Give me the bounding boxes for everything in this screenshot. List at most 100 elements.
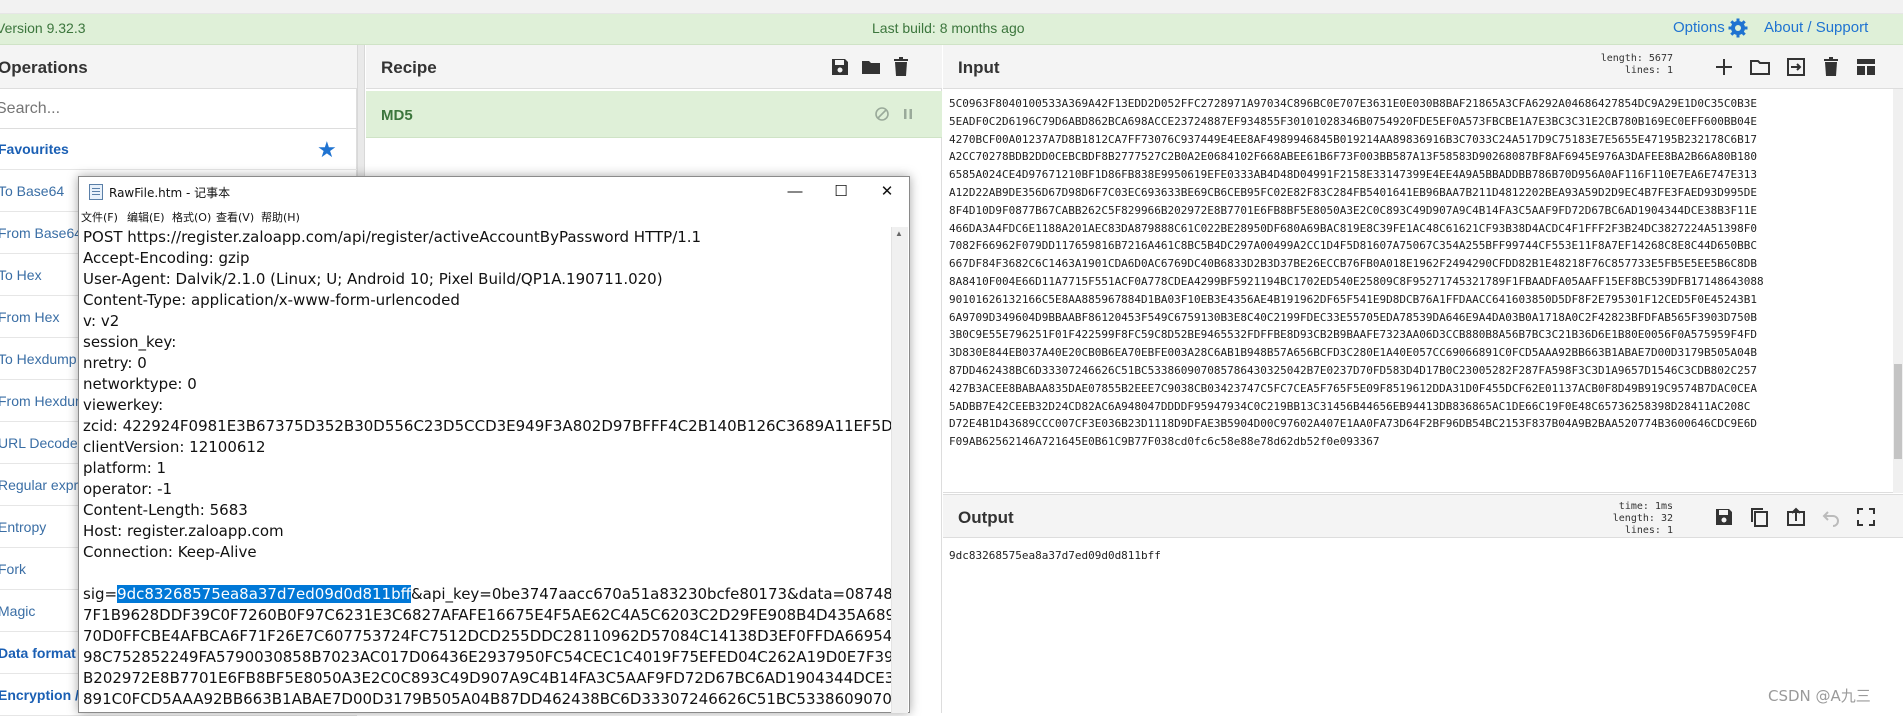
notepad-line: Content-Length: 5683 — [83, 501, 248, 519]
notepad-line: 98C752852249FA5790030858B7023AC017D06436… — [83, 648, 891, 666]
star-icon[interactable]: ★ — [317, 137, 337, 163]
recipe-title: Recipe — [381, 58, 437, 77]
layout-icon[interactable] — [1855, 56, 1877, 78]
notepad-line: B202972E8B7701E6FB8BF5E8050A3E2C0C893C49… — [83, 669, 891, 687]
top-banner: Version 9.32.3 Last build: 8 months ago … — [0, 0, 1903, 45]
input-title: Input — [958, 58, 1000, 77]
input-line: 6585A024CE4D97671210BF1D86FB838E9950619E… — [949, 168, 1757, 182]
input-line: 90101626132166C5E8AA885967884D1BA03F10EB… — [949, 292, 1757, 306]
notepad-line: Accept-Encoding: gzip — [83, 249, 250, 267]
clear-input-icon[interactable] — [1820, 56, 1842, 78]
input-lines-label: lines: — [1624, 65, 1661, 76]
recipe-operation-label: MD5 — [381, 107, 413, 124]
operation-label: Fork — [0, 561, 26, 577]
input-line: 6A9709D349604D9BBAABF86120453F549C675913… — [949, 310, 1757, 324]
search-input[interactable] — [0, 97, 336, 121]
notepad-line: Content-Type: application/x-www-form-url… — [83, 291, 460, 309]
input-line: 87DD462438BC6D33307246626C51BC5338609070… — [949, 363, 1757, 377]
notepad-line: networktype: 0 — [83, 375, 197, 393]
maximize-icon[interactable] — [1855, 506, 1877, 528]
gear-icon[interactable] — [1728, 18, 1748, 38]
operations-search — [0, 89, 357, 129]
operation-label: From Hex — [0, 309, 60, 325]
input-lines-value: 1 — [1666, 65, 1673, 76]
notepad-menubar: 文件(F) 编辑(E) 格式(O) 查看(V) 帮助(H) — [79, 207, 909, 227]
notepad-line: 7F1B9628DDF39C0F7260B0F97C6231E3C6827AFA… — [83, 606, 891, 624]
notepad-line: session_key: — [83, 333, 177, 351]
watermark: CSDN @A九三 — [1768, 687, 1871, 705]
copy-icon[interactable] — [1749, 506, 1771, 528]
minimize-button[interactable]: — — [772, 177, 818, 207]
last-build-label[interactable]: Last build: 8 months ago — [872, 20, 1025, 36]
operation-label: To Hexdump — [0, 351, 77, 367]
notepad-line: clientVersion: 12100612 — [83, 438, 266, 456]
operation-label: From Base64 — [0, 225, 83, 241]
notepad-sig-line: sig=9dc83268575ea8a37d7ed09d0d811bff&api… — [83, 584, 891, 605]
notepad-title: RawFile.htm - 记事本 — [109, 186, 231, 200]
input-scroll-thumb[interactable] — [1894, 364, 1902, 459]
input-line: 7082F66962F079DD117659816B7216A461C8BC5B… — [949, 239, 1757, 253]
notepad-titlebar[interactable]: RawFile.htm - 记事本 — ☐ ✕ — [79, 177, 909, 207]
output-length-value: 32 — [1660, 513, 1673, 524]
replace-input-icon[interactable] — [1785, 506, 1807, 528]
menu-item[interactable]: 编辑(E) — [127, 209, 165, 225]
operation-label: To Hex — [0, 267, 42, 283]
trash-icon[interactable] — [890, 56, 912, 78]
about-support-link[interactable]: About / Support — [1764, 19, 1868, 36]
input-line: 8F4D10D9F0877B67CABB262C5F829966B202972E… — [949, 203, 1757, 217]
notepad-line: Connection: Keep-Alive — [83, 543, 257, 561]
output-length-label: length: — [1612, 513, 1655, 524]
notepad-text-area[interactable]: POST https://register.zaloapp.com/api/re… — [83, 227, 891, 713]
scroll-up-icon[interactable]: ▲ — [895, 229, 903, 238]
output-lines-label: lines: — [1624, 525, 1661, 536]
notepad-line: nretry: 0 — [83, 354, 147, 372]
save-icon[interactable] — [829, 56, 851, 78]
notepad-line: platform: 1 — [83, 459, 167, 477]
open-folder-icon[interactable] — [1749, 56, 1771, 78]
input-textarea[interactable]: 5C0963F8040100533A369A42F13EDD2D052FFC27… — [949, 95, 1884, 490]
menu-item[interactable]: 帮助(H) — [261, 209, 300, 225]
output-time-value: 1ms — [1654, 501, 1673, 512]
close-button[interactable]: ✕ — [864, 177, 910, 207]
undo-icon[interactable] — [1820, 506, 1842, 528]
input-line: F09AB62562146A721645E0B61C9B77F038cd0fc6… — [949, 435, 1380, 449]
notepad-line: v: v2 — [83, 312, 120, 330]
recipe-header: Recipe — [366, 45, 942, 89]
operation-label: Magic — [0, 603, 36, 619]
output-header: Output time: 1ms length: 32 lines: 1 — [943, 494, 1903, 538]
notepad-line: User-Agent: Dalvik/2.1.0 (Linux; U; Andr… — [83, 270, 663, 288]
operation-label: Entropy — [0, 519, 47, 535]
operations-title: Operations — [0, 58, 88, 77]
menu-item[interactable]: 格式(O) — [172, 209, 211, 225]
operation-label: URL Decode — [0, 435, 78, 451]
notepad-line: viewerkey: — [83, 396, 164, 414]
output-text[interactable]: 9dc83268575ea8a37d7ed09d0d811bff — [949, 549, 1161, 562]
operation-label: To Base64 — [0, 183, 65, 199]
notepad-line: zcid: 422924F0981E3B67375D352B30D556C23D… — [83, 417, 891, 435]
disable-icon[interactable] — [874, 106, 890, 122]
options-link[interactable]: Options — [1673, 19, 1725, 36]
operations-category[interactable]: Favourites ★ — [0, 129, 357, 170]
notepad-line — [83, 563, 891, 584]
input-stats: length: 5677 lines: 1 — [1573, 53, 1673, 77]
output-lines-value: 1 — [1666, 525, 1673, 536]
input-length-label: length: — [1600, 53, 1643, 64]
recipe-operation-md5[interactable]: MD5 — [366, 91, 942, 138]
output-panel: Output time: 1ms length: 32 lines: 1 9dc… — [943, 494, 1903, 713]
save-output-icon[interactable] — [1713, 506, 1735, 528]
operations-header: Operations — [0, 45, 357, 89]
pause-icon[interactable] — [902, 107, 914, 121]
input-length-value: 5677 — [1648, 53, 1673, 64]
maximize-button[interactable]: ☐ — [818, 177, 864, 207]
notepad-scrollbar[interactable]: ▲ — [891, 227, 908, 713]
input-line: 427B3ACEE8BABAA835DAE07855B2EEE7C9038CB0… — [949, 381, 1757, 395]
menu-item[interactable]: 查看(V) — [216, 209, 254, 225]
folder-icon[interactable] — [860, 56, 882, 78]
input-header: Input length: 5677 lines: 1 — [943, 45, 1903, 89]
open-file-icon[interactable] — [1785, 56, 1807, 78]
sig-text: &api_key=0be3747aacc670a51a83230bcfe8017… — [410, 585, 891, 603]
add-tab-icon[interactable] — [1713, 56, 1735, 78]
menu-item[interactable]: 文件(F) — [81, 209, 118, 225]
input-scrollbar[interactable] — [1893, 89, 1903, 493]
notepad-window: RawFile.htm - 记事本 — ☐ ✕ 文件(F) 编辑(E) 格式(O) 查… — [78, 176, 910, 713]
